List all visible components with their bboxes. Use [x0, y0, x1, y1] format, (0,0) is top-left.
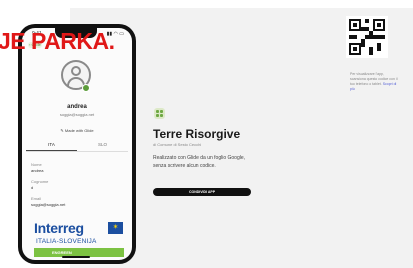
edit-avatar-icon[interactable] [82, 84, 90, 92]
qr-caption: Per visualizzare l'app, scansiona questo… [350, 72, 400, 92]
made-with-glide-link[interactable]: ✎ Made with Glide [22, 128, 132, 133]
overlay-title: JE PARKA. [0, 28, 115, 54]
language-tabs: ITA SLO [26, 140, 128, 152]
field-value-email: soggia@soggia.net [31, 202, 66, 207]
app-icon [154, 108, 165, 119]
eu-flag-icon: ✶ [108, 222, 123, 234]
field-label-cognome: Cognome [31, 179, 49, 184]
profile-name: andrea [67, 104, 87, 110]
project-name: ENGREEN [52, 250, 72, 255]
field-value-nome: andrea [31, 168, 44, 173]
qr-code [346, 16, 388, 58]
interreg-logo: Interreg [34, 220, 84, 236]
app-title: Terre Risorgive [153, 127, 241, 141]
app-description: Realizzato con Glide da un foglio Google… [153, 155, 246, 169]
field-label-email: Email [31, 196, 42, 201]
share-app-button[interactable]: CONDIVIDI APP [153, 188, 251, 196]
field-label-nome: Nome [31, 162, 42, 167]
tab-ita[interactable]: ITA [26, 140, 77, 151]
field-value-cognome: d [31, 185, 34, 190]
program-name: ITALIA-SLOVENIJA [36, 238, 97, 245]
phone-screen: 9:41 ▮▮ ◠ ▭ ‹ Glide andrea soggia@soggia… [22, 28, 132, 260]
phone-mockup: 9:41 ▮▮ ◠ ▭ ‹ Glide andrea soggia@soggia… [18, 24, 136, 264]
profile-email: soggia@soggia.net [59, 112, 95, 117]
app-subtitle: di Comune di Sesto Cecchi [153, 142, 202, 147]
tab-slo[interactable]: SLO [77, 140, 128, 150]
home-indicator [62, 256, 90, 258]
